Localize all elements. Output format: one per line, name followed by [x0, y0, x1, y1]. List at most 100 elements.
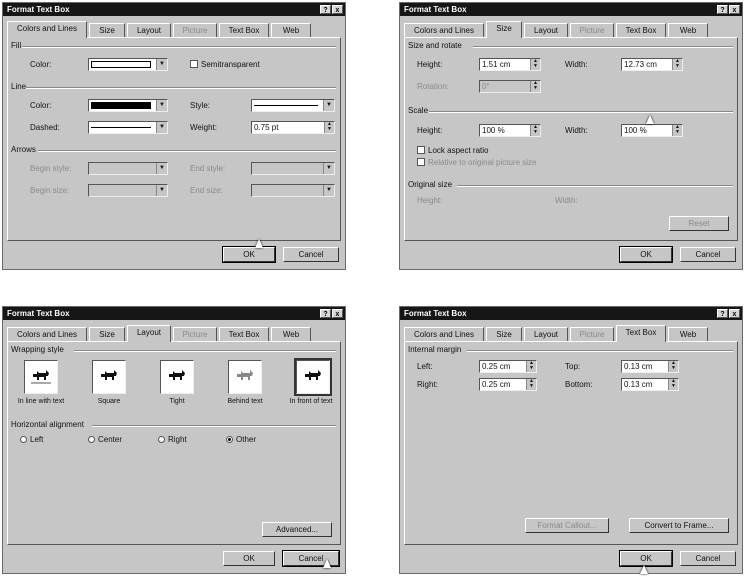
spinner-icon[interactable]: ▲ ▼	[530, 125, 540, 136]
tab-size[interactable]: Size	[89, 327, 125, 341]
spinner-icon[interactable]: ▲ ▼	[526, 361, 536, 372]
tab-web[interactable]: Web	[668, 23, 708, 37]
spinner-icon[interactable]: ▲ ▼	[530, 59, 540, 70]
lock-aspect-checkbox[interactable]	[417, 146, 425, 154]
begin-size-dropdown[interactable]: ▼	[88, 184, 168, 197]
tab-text-box[interactable]: Text Box	[219, 23, 269, 37]
reset-button[interactable]: Reset	[669, 216, 729, 231]
wrap-tight-option[interactable]	[160, 360, 194, 394]
dashed-dropdown[interactable]: ▼	[88, 121, 168, 134]
chevron-down-icon[interactable]: ▼	[323, 100, 334, 111]
relative-size-label: Relative to original picture size	[428, 158, 537, 167]
tab-text-box[interactable]: Text Box	[616, 325, 666, 342]
tab-layout[interactable]: Layout	[127, 325, 171, 342]
tab-size[interactable]: Size	[89, 23, 125, 37]
tab-size[interactable]: Size	[486, 327, 522, 341]
semitransparent-checkbox[interactable]	[190, 60, 198, 68]
align-center-radio[interactable]	[88, 436, 95, 443]
tab-layout[interactable]: Layout	[127, 23, 171, 37]
spinner-icon[interactable]: ▲ ▼	[530, 81, 540, 92]
width-input[interactable]: 12.73 cm ▲ ▼	[621, 58, 683, 71]
spinner-icon[interactable]: ▲ ▼	[668, 361, 678, 372]
help-button[interactable]: ?	[717, 309, 728, 318]
title-bar: Format Text Box ? x	[3, 3, 345, 16]
chevron-down-icon[interactable]: ▼	[323, 163, 334, 174]
help-button[interactable]: ?	[717, 5, 728, 14]
ok-button[interactable]: OK	[619, 550, 673, 567]
tab-size[interactable]: Size	[486, 21, 522, 38]
width-value: 12.73 cm	[624, 60, 657, 69]
divider	[457, 185, 733, 187]
ok-button[interactable]: OK	[619, 246, 673, 263]
begin-style-dropdown[interactable]: ▼	[88, 162, 168, 175]
tab-picture[interactable]: Picture	[570, 327, 614, 341]
left-margin-input[interactable]: 0.25 cm ▲ ▼	[479, 360, 537, 373]
close-button[interactable]: x	[729, 309, 740, 318]
horizontal-group-label: Horizontal alignment	[11, 420, 84, 429]
tab-layout[interactable]: Layout	[524, 23, 568, 37]
line-color-dropdown[interactable]: ▼	[88, 99, 168, 112]
tab-text-box[interactable]: Text Box	[219, 327, 269, 341]
tab-text-box[interactable]: Text Box	[616, 23, 666, 37]
spinner-icon[interactable]: ▲ ▼	[526, 379, 536, 390]
chevron-down-icon[interactable]: ▼	[156, 163, 167, 174]
tab-layout[interactable]: Layout	[524, 327, 568, 341]
rotation-input[interactable]: 0° ▲ ▼	[479, 80, 541, 93]
original-height-label: Height:	[417, 196, 443, 205]
scale-height-input[interactable]: 100 % ▲ ▼	[479, 124, 541, 137]
format-callout-button[interactable]: Format Callout...	[525, 518, 609, 533]
style-label: Style:	[190, 101, 211, 110]
align-other-radio[interactable]	[226, 436, 233, 443]
ok-button[interactable]: OK	[222, 246, 276, 263]
cancel-button[interactable]: Cancel	[680, 551, 736, 566]
relative-size-checkbox[interactable]	[417, 158, 425, 166]
chevron-down-icon[interactable]: ▼	[323, 185, 334, 196]
advanced-button[interactable]: Advanced...	[262, 522, 332, 537]
tab-picture[interactable]: Picture	[173, 327, 217, 341]
wrap-square-option[interactable]	[92, 360, 126, 394]
ok-button[interactable]: OK	[223, 551, 275, 566]
tab-picture[interactable]: Picture	[570, 23, 614, 37]
spinner-icon[interactable]: ▲ ▼	[672, 125, 682, 136]
tab-colors-lines[interactable]: Colors and Lines	[404, 23, 484, 37]
scale-width-input[interactable]: 100 % ▲ ▼	[621, 124, 683, 137]
tab-picture[interactable]: Picture	[173, 23, 217, 37]
wrap-behind-label: Behind text	[227, 398, 263, 405]
weight-input[interactable]: 0.75 pt ▲ ▼	[251, 121, 335, 134]
end-style-dropdown[interactable]: ▼	[251, 162, 335, 175]
height-input[interactable]: 1.51 cm ▲ ▼	[479, 58, 541, 71]
end-size-dropdown[interactable]: ▼	[251, 184, 335, 197]
tab-colors-lines[interactable]: Colors and Lines	[7, 327, 87, 341]
spinner-icon[interactable]: ▲ ▼	[324, 122, 334, 133]
close-button[interactable]: x	[332, 5, 343, 14]
top-margin-input[interactable]: 0.13 cm ▲ ▼	[621, 360, 679, 373]
style-dropdown[interactable]: ▼	[251, 99, 335, 112]
right-margin-input[interactable]: 0.25 cm ▲ ▼	[479, 378, 537, 391]
bottom-margin-input[interactable]: 0.13 cm ▲ ▼	[621, 378, 679, 391]
fill-color-dropdown[interactable]: ▼	[88, 58, 168, 71]
help-button[interactable]: ?	[320, 5, 331, 14]
chevron-down-icon[interactable]: ▼	[156, 185, 167, 196]
wrap-in-line-option[interactable]	[24, 360, 58, 394]
chevron-down-icon[interactable]: ▼	[156, 59, 167, 70]
tab-colors-lines[interactable]: Colors and Lines	[404, 327, 484, 341]
wrap-behind-option[interactable]	[228, 360, 262, 394]
help-button[interactable]: ?	[320, 309, 331, 318]
cancel-button[interactable]: Cancel	[283, 247, 339, 262]
chevron-down-icon[interactable]: ▼	[156, 100, 167, 111]
align-right-radio[interactable]	[158, 436, 165, 443]
tab-web[interactable]: Web	[271, 327, 311, 341]
cancel-button[interactable]: Cancel	[680, 247, 736, 262]
spinner-icon[interactable]: ▲ ▼	[672, 59, 682, 70]
close-button[interactable]: x	[729, 5, 740, 14]
mouse-pointer-icon	[323, 559, 331, 568]
align-left-radio[interactable]	[20, 436, 27, 443]
chevron-down-icon[interactable]: ▼	[156, 122, 167, 133]
tab-web[interactable]: Web	[668, 327, 708, 341]
convert-to-frame-button[interactable]: Convert to Frame...	[629, 518, 729, 533]
tab-web[interactable]: Web	[271, 23, 311, 37]
tab-colors-lines[interactable]: Colors and Lines	[7, 21, 87, 38]
close-button[interactable]: x	[332, 309, 343, 318]
wrap-in-front-option[interactable]	[294, 358, 332, 396]
spinner-icon[interactable]: ▲ ▼	[668, 379, 678, 390]
